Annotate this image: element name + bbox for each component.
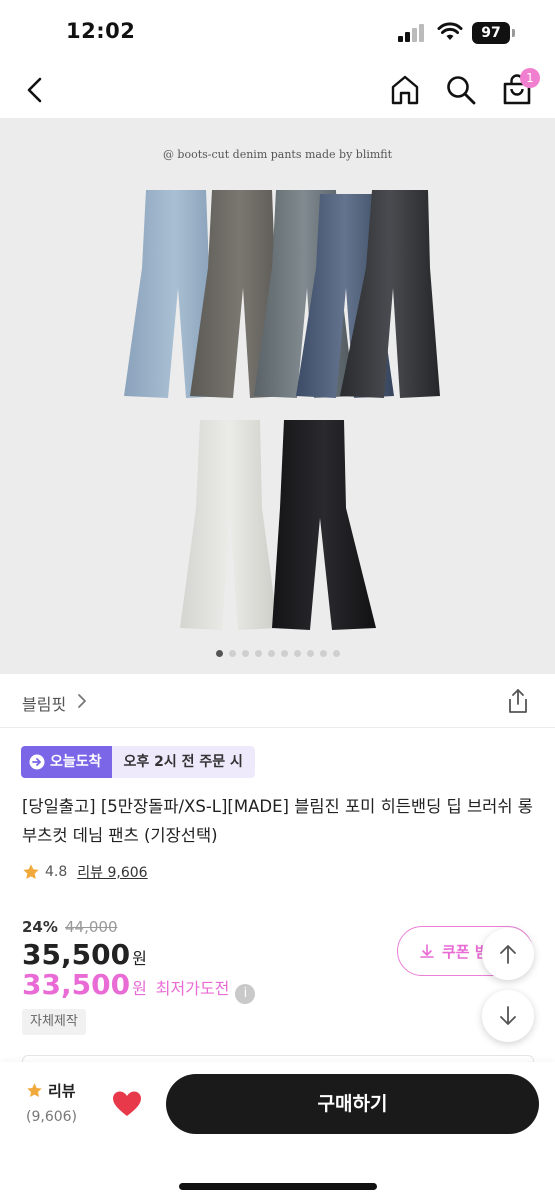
info-icon[interactable]: i bbox=[235, 984, 256, 1004]
currency-label: 원 bbox=[132, 979, 147, 998]
carousel-dot[interactable] bbox=[306, 650, 314, 657]
sale-price-value: 35,500 bbox=[22, 938, 131, 971]
carousel-dot[interactable] bbox=[254, 650, 262, 657]
lowest-price-label: 최저가도전 bbox=[155, 979, 230, 998]
denim-pants-photo bbox=[124, 190, 440, 630]
self-made-badge: 자체제작 bbox=[22, 1009, 86, 1035]
carousel-dot[interactable] bbox=[215, 650, 223, 657]
home-icon[interactable] bbox=[388, 73, 422, 107]
rating-row: 4.8 리뷰 9,606 bbox=[22, 860, 148, 884]
brand-link[interactable]: 블림핏 bbox=[22, 691, 66, 715]
currency-label: 원 bbox=[132, 949, 147, 968]
carousel-dot[interactable] bbox=[280, 650, 288, 657]
home-indicator bbox=[179, 1183, 377, 1190]
lowest-price: 33,500 원 최저가도전 i bbox=[22, 968, 256, 1004]
scroll-down-button[interactable] bbox=[482, 990, 534, 1042]
review-count-link[interactable]: 리뷰 9,606 bbox=[77, 862, 147, 882]
cart-count-badge: 1 bbox=[520, 68, 540, 88]
delivery-badge-label: 오늘도착 bbox=[50, 754, 102, 770]
carousel-dot[interactable] bbox=[319, 650, 327, 657]
brand-row: 블림핏 bbox=[0, 674, 555, 728]
delivery-tag: 오늘도착 오후 2시 전 주문 시 bbox=[21, 746, 255, 778]
bottom-review[interactable]: 리뷰 (9,606) bbox=[26, 1080, 77, 1125]
delivery-condition: 오후 2시 전 주문 시 bbox=[111, 746, 255, 778]
buy-button[interactable]: 구매하기 bbox=[166, 1074, 539, 1134]
product-title: [당일출고] [5만장돌파/XS-L][MADE] 블림진 포미 히든밴딩 딥 … bbox=[22, 797, 533, 845]
nav-bar: 1 bbox=[0, 62, 555, 118]
arrow-down-icon bbox=[500, 1006, 516, 1025]
heart-icon[interactable] bbox=[112, 1090, 142, 1118]
carousel-dots bbox=[0, 650, 555, 657]
discount-rate: 24% bbox=[22, 918, 58, 936]
bottom-review-label: 리뷰 bbox=[48, 1082, 76, 1100]
sale-price: 35,500 원 bbox=[22, 938, 147, 971]
arrow-circle-icon bbox=[29, 754, 45, 770]
battery-level: 97 bbox=[472, 22, 510, 44]
search-icon[interactable] bbox=[444, 73, 478, 107]
carousel-dot[interactable] bbox=[332, 650, 340, 657]
wifi-icon bbox=[437, 22, 463, 40]
carousel-dot[interactable] bbox=[267, 650, 275, 657]
carousel-dot[interactable] bbox=[241, 650, 249, 657]
carousel-dot[interactable] bbox=[293, 650, 301, 657]
lowest-price-value: 33,500 bbox=[22, 968, 131, 1001]
bottom-action-bar: 리뷰 (9,606) 구매하기 bbox=[0, 1062, 555, 1200]
share-icon[interactable] bbox=[506, 688, 530, 714]
download-arrow-icon bbox=[420, 944, 434, 958]
rating-value: 4.8 bbox=[45, 864, 68, 880]
status-bar: 12:02 97 bbox=[0, 0, 555, 62]
bottom-review-count: (9,606) bbox=[26, 1109, 78, 1125]
star-icon bbox=[27, 1083, 42, 1098]
status-time: 12:02 bbox=[66, 19, 136, 43]
arrow-up-icon bbox=[500, 945, 516, 964]
chevron-right-icon[interactable] bbox=[76, 693, 88, 709]
signal-icon bbox=[398, 24, 428, 42]
battery-icon: 97 bbox=[472, 22, 516, 44]
original-price: 44,000 bbox=[65, 918, 118, 936]
star-icon bbox=[23, 864, 39, 879]
product-image[interactable]: @ boots-cut denim pants made by blimfit bbox=[0, 118, 555, 674]
today-delivery-badge: 오늘도착 bbox=[21, 746, 112, 778]
back-icon[interactable] bbox=[20, 74, 52, 106]
scroll-up-button[interactable] bbox=[482, 928, 534, 980]
carousel-dot[interactable] bbox=[228, 650, 236, 657]
